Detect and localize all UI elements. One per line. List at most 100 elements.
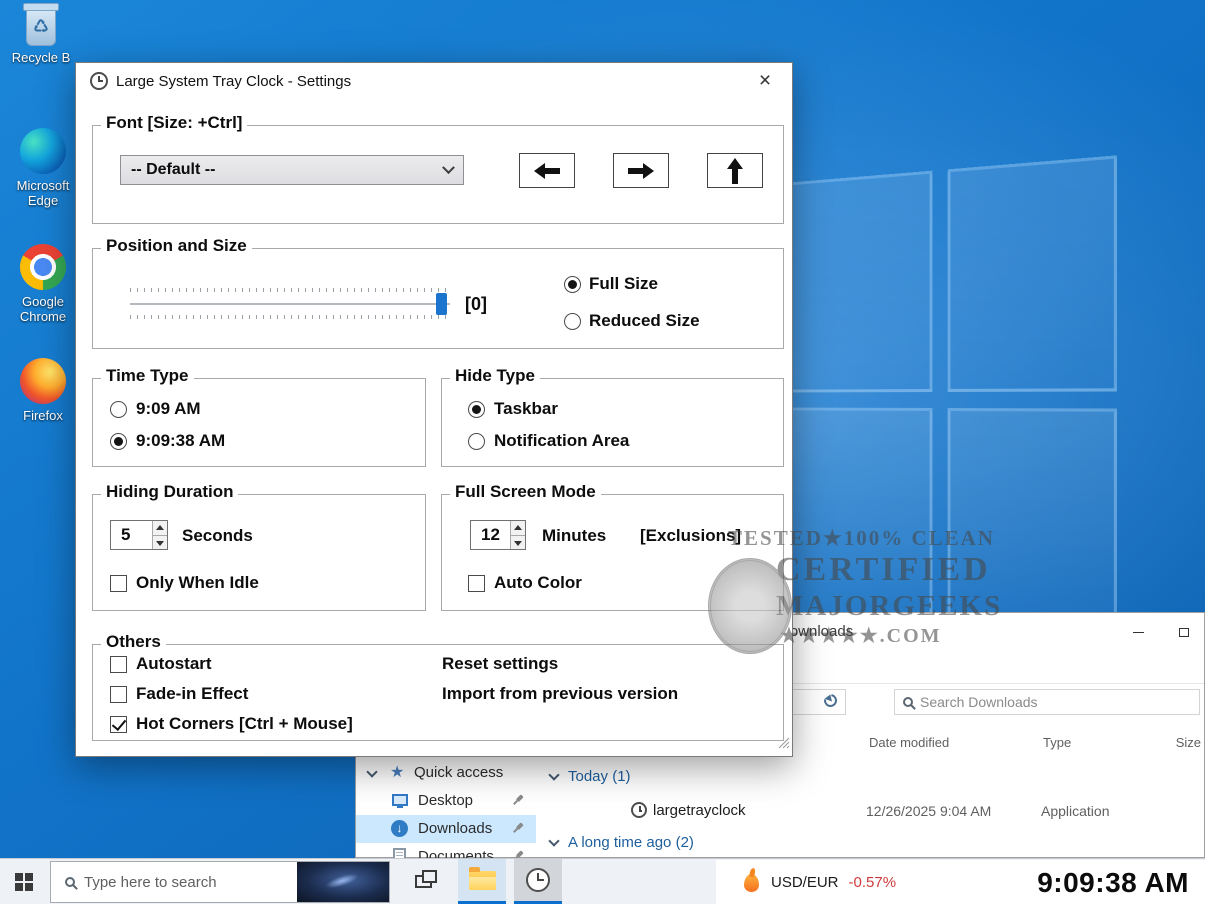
taskbar-clock-app-button[interactable] xyxy=(514,859,562,904)
spinner-buttons xyxy=(510,521,525,549)
desktop-icon-firefox[interactable]: Firefox xyxy=(4,358,82,423)
fade-in-checkbox[interactable] xyxy=(110,686,127,703)
import-link[interactable]: Import from previous version xyxy=(442,684,678,704)
explorer-search-box[interactable] xyxy=(894,689,1200,715)
auto-color-checkbox[interactable] xyxy=(468,575,485,592)
sidebar-item-label[interactable]: Desktop xyxy=(418,792,473,809)
hot-corners-checkbox[interactable] xyxy=(110,716,127,733)
position-value: [0] xyxy=(465,294,487,315)
currency-ticker[interactable]: USD/EUR -0.57% xyxy=(716,860,906,904)
hide-notification-label[interactable]: Notification Area xyxy=(494,431,629,451)
dialog-titlebar[interactable]: Large System Tray Clock - Settings × xyxy=(76,63,792,99)
search-icon xyxy=(65,877,75,887)
time-long-label[interactable]: 9:09:38 AM xyxy=(136,431,225,451)
file-row[interactable]: largetrayclock 12/26/2025 9:04 AM Applic… xyxy=(536,797,1204,825)
autostart-checkbox[interactable] xyxy=(110,656,127,673)
font-prev-button[interactable] xyxy=(519,153,575,188)
fade-in-label[interactable]: Fade-in Effect xyxy=(136,684,248,704)
group-header-label[interactable]: Today (1) xyxy=(568,768,631,785)
only-when-idle-checkbox[interactable] xyxy=(110,575,127,592)
hot-corners-label[interactable]: Hot Corners [Ctrl + Mouse] xyxy=(136,714,353,734)
dialog-title: Large System Tray Clock - Settings xyxy=(116,73,351,90)
hide-taskbar-radio[interactable] xyxy=(468,401,485,418)
maximize-button[interactable] xyxy=(1161,613,1205,651)
group-header-today[interactable]: Today (1) xyxy=(536,765,1204,789)
spin-down-button[interactable] xyxy=(511,536,525,550)
position-slider[interactable] xyxy=(130,303,450,305)
desktop-icon-chrome[interactable]: Google Chrome xyxy=(4,244,82,324)
time-short-label[interactable]: 9:09 AM xyxy=(136,399,201,419)
pin-icon[interactable] xyxy=(510,792,527,809)
sidebar-item-label[interactable]: Quick access xyxy=(414,764,503,781)
hide-notification-radio[interactable] xyxy=(468,433,485,450)
full-screen-value[interactable]: 12 xyxy=(471,521,510,549)
clock-icon xyxy=(90,72,108,90)
group-header-long-ago[interactable]: A long time ago (2) xyxy=(536,831,1204,855)
spin-down-button[interactable] xyxy=(153,536,167,550)
ticker-pair: USD/EUR xyxy=(771,874,839,891)
only-when-idle-label[interactable]: Only When Idle xyxy=(136,573,259,593)
slider-thumb[interactable] xyxy=(436,293,447,315)
exclusions-link[interactable]: [Exclusions] xyxy=(640,526,741,546)
column-size[interactable]: Size xyxy=(1151,735,1201,750)
start-button[interactable] xyxy=(0,859,48,904)
hide-taskbar-label[interactable]: Taskbar xyxy=(494,399,558,419)
hiding-duration-value[interactable]: 5 xyxy=(111,521,152,549)
firefox-icon xyxy=(20,358,66,404)
desktop-icon-recycle-bin[interactable]: Recycle B xyxy=(2,8,80,65)
hide-type-group: Hide Type Taskbar Notification Area xyxy=(441,378,784,467)
close-button[interactable]: × xyxy=(752,69,778,93)
reduced-size-label[interactable]: Reduced Size xyxy=(589,311,700,331)
hiding-duration-spinner[interactable]: 5 xyxy=(110,520,168,550)
reset-settings-link[interactable]: Reset settings xyxy=(442,654,558,674)
explorer-sidebar: ★ Quick access Desktop Downloads Documen… xyxy=(356,759,536,859)
sidebar-item-downloads[interactable]: Downloads xyxy=(356,815,536,843)
reduced-size-radio[interactable] xyxy=(564,313,581,330)
font-dropdown-value: -- Default -- xyxy=(131,161,215,179)
column-date-modified[interactable]: Date modified xyxy=(869,735,949,750)
spin-up-button[interactable] xyxy=(153,521,167,536)
desktop-icon-label: Microsoft Edge xyxy=(4,178,82,208)
full-size-label[interactable]: Full Size xyxy=(589,274,658,294)
recycle-bin-icon xyxy=(26,8,56,46)
minimize-button[interactable] xyxy=(1116,613,1161,651)
windows-logo-icon xyxy=(15,873,33,891)
font-next-button[interactable] xyxy=(613,153,669,188)
refresh-icon[interactable] xyxy=(821,691,839,709)
font-dropdown[interactable]: -- Default -- xyxy=(120,155,464,185)
taskbar-search-box[interactable] xyxy=(50,861,390,903)
full-screen-group-label: Full Screen Mode xyxy=(450,482,601,502)
taskbar-explorer-button[interactable] xyxy=(458,859,506,904)
sidebar-item-desktop[interactable]: Desktop xyxy=(356,787,536,815)
group-header-label[interactable]: A long time ago (2) xyxy=(568,834,694,851)
taskbar-search-input[interactable] xyxy=(84,874,297,891)
autostart-label[interactable]: Autostart xyxy=(136,654,212,674)
chevron-down-icon[interactable] xyxy=(548,835,559,846)
maximize-icon xyxy=(1179,628,1189,637)
desktop-icon-edge[interactable]: Microsoft Edge xyxy=(4,128,82,208)
hiding-duration-group: Hiding Duration 5 Seconds Only When Idle xyxy=(92,494,426,611)
resize-grip[interactable] xyxy=(777,736,790,754)
full-size-radio[interactable] xyxy=(564,276,581,293)
time-short-radio[interactable] xyxy=(110,401,127,418)
task-view-button[interactable] xyxy=(400,859,446,904)
settings-dialog: Large System Tray Clock - Settings × Fon… xyxy=(75,62,793,757)
slider-ticks xyxy=(130,288,450,292)
tray-clock[interactable]: 9:09:38 AM xyxy=(906,860,1205,904)
sidebar-item-quick-access[interactable]: ★ Quick access xyxy=(356,759,536,787)
explorer-search-input[interactable] xyxy=(920,694,1199,710)
sidebar-item-label[interactable]: Downloads xyxy=(418,820,492,837)
spin-up-button[interactable] xyxy=(511,521,525,536)
minimize-icon xyxy=(1133,632,1144,633)
pin-icon[interactable] xyxy=(510,820,527,837)
time-long-radio[interactable] xyxy=(110,433,127,450)
file-name[interactable]: largetrayclock xyxy=(653,802,746,819)
chevron-down-icon[interactable] xyxy=(548,769,559,780)
full-screen-spinner[interactable]: 12 xyxy=(470,520,526,550)
font-up-button[interactable] xyxy=(707,153,763,188)
tray-clock-time: 9:09:38 AM xyxy=(1037,867,1189,899)
wallpaper-pane xyxy=(948,155,1117,392)
column-type[interactable]: Type xyxy=(1043,735,1071,750)
chevron-down-icon[interactable] xyxy=(366,766,377,777)
auto-color-label[interactable]: Auto Color xyxy=(494,573,582,593)
